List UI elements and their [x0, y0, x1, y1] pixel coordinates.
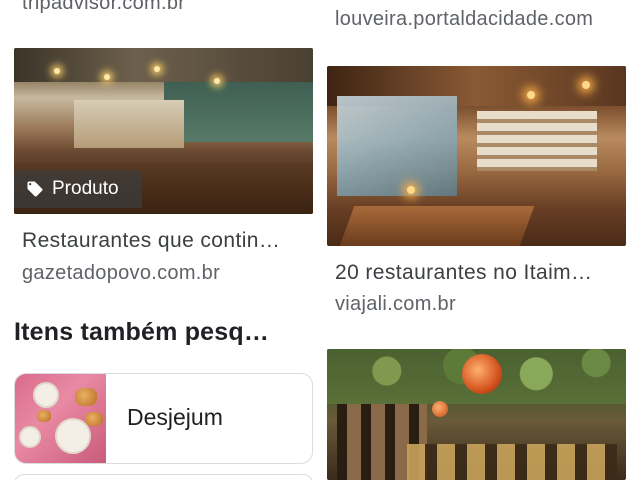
result-image-viajali[interactable]: [327, 66, 626, 246]
related-search-item-next[interactable]: [14, 474, 313, 480]
result-image-restaurant-3[interactable]: [327, 349, 626, 480]
result-source-portaldacidade[interactable]: louveira.portaldacidade.com: [335, 8, 635, 31]
tag-icon: [27, 181, 43, 197]
result-source-viajali[interactable]: viajali.com.br: [335, 293, 625, 316]
product-badge-label: Produto: [52, 178, 119, 199]
breakfast-thumbnail: [15, 374, 106, 463]
result-title-viajali[interactable]: 20 restaurantes no Itaim…: [335, 261, 630, 285]
result-source-tripadvisor[interactable]: tripadvisor.com.br: [22, 0, 312, 15]
product-badge: Produto: [14, 170, 142, 208]
related-searches-heading: Itens também pesq…: [14, 318, 270, 346]
related-search-label: Desjejum: [127, 404, 223, 430]
related-search-item-desjejum[interactable]: Desjejum: [14, 373, 313, 464]
result-title-gazetadopovo[interactable]: Restaurantes que contin…: [22, 229, 312, 253]
result-source-gazetadopovo[interactable]: gazetadopovo.com.br: [22, 262, 312, 285]
